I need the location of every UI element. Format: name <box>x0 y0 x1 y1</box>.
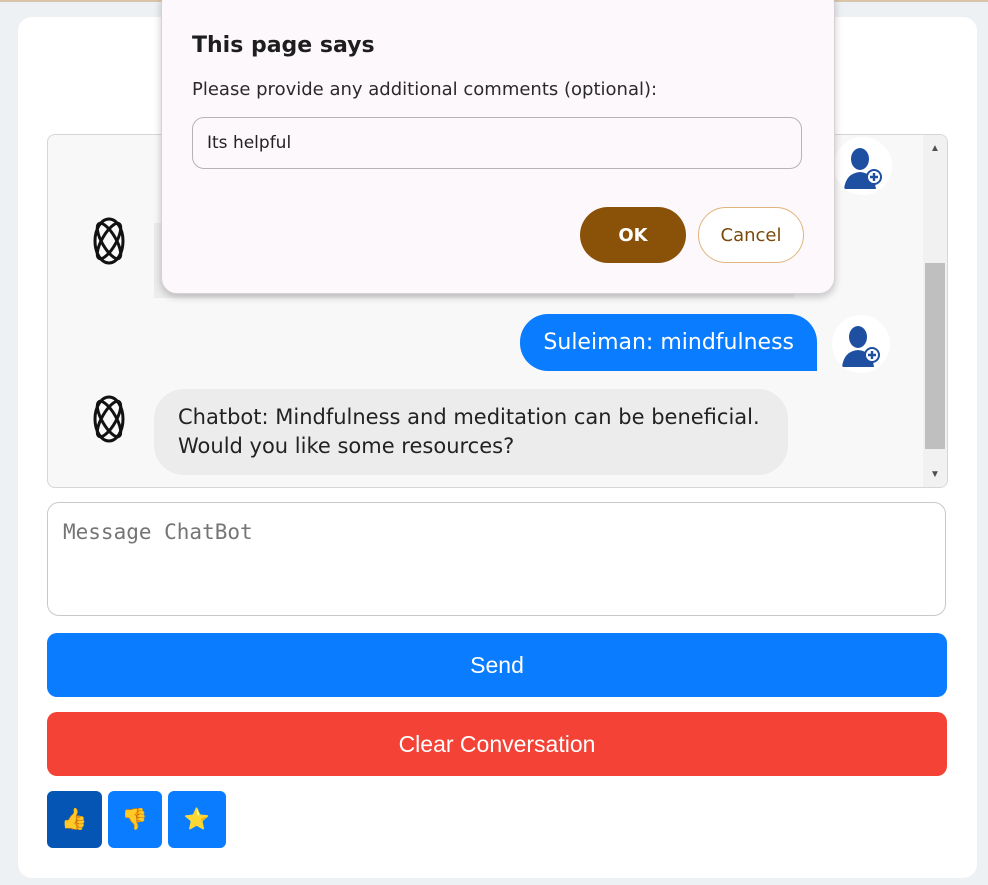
star-icon: ⭐ <box>183 807 211 831</box>
scroll-thumb[interactable] <box>925 263 945 449</box>
cancel-button[interactable]: Cancel <box>698 207 804 263</box>
thumbs-up-button[interactable]: 👍 <box>47 791 102 848</box>
chatbot-logo-icon <box>90 213 128 269</box>
scroll-down-arrow-icon[interactable]: ▼ <box>923 463 947 485</box>
star-rating-button[interactable]: ⭐ <box>168 791 226 848</box>
dialog-comment-input[interactable] <box>192 117 802 169</box>
thumbs-up-icon: 👍 <box>61 807 88 831</box>
thumbs-down-button[interactable]: 👎 <box>108 791 162 848</box>
dialog-message: Please provide any additional comments (… <box>192 79 658 100</box>
scroll-up-arrow-icon[interactable]: ▲ <box>923 137 947 159</box>
prompt-dialog: This page says Please provide any additi… <box>161 0 835 294</box>
chat-scrollbar[interactable]: ▲ ▼ <box>923 135 947 487</box>
chatbot-logo-icon <box>90 391 128 447</box>
ok-button[interactable]: OK <box>580 207 686 263</box>
send-button[interactable]: Send <box>47 633 947 697</box>
user-avatar-icon <box>832 315 890 373</box>
dialog-title: This page says <box>192 33 375 58</box>
bot-message-bubble: Chatbot: Mindfulness and meditation can … <box>154 389 788 475</box>
message-input[interactable] <box>47 502 946 616</box>
user-message-bubble: Suleiman: mindfulness <box>520 314 817 371</box>
thumbs-down-icon: 👎 <box>121 807 149 831</box>
user-avatar-icon <box>834 137 892 195</box>
clear-conversation-button[interactable]: Clear Conversation <box>47 712 947 776</box>
